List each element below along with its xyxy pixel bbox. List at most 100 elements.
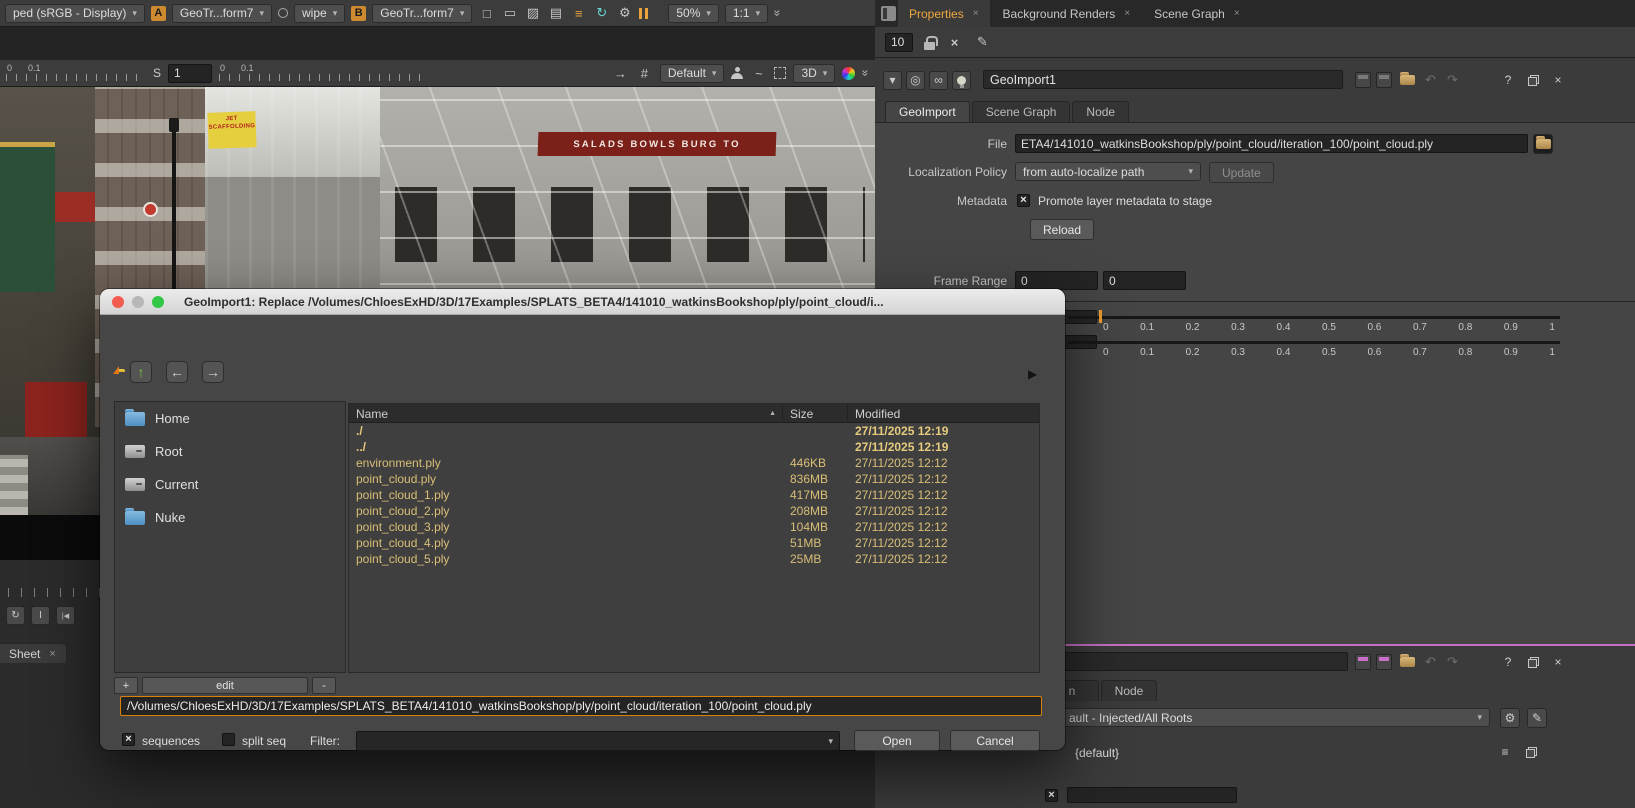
tab-geoimport[interactable]: GeoImport <box>885 101 970 122</box>
node-color-swatch[interactable] <box>1355 654 1371 670</box>
split-seq-checkbox[interactable] <box>222 733 235 746</box>
up-directory-icon[interactable]: ↑ <box>130 361 152 383</box>
gear-icon[interactable]: ⚙ <box>1500 708 1520 728</box>
close-panel-icon[interactable]: × <box>1548 652 1568 672</box>
forward-icon[interactable]: → <box>202 361 224 383</box>
help-icon[interactable]: ? <box>1498 70 1518 90</box>
table-row[interactable]: point_cloud.ply836MB27/11/2025 12:12 <box>349 471 1039 487</box>
table-row[interactable]: point_cloud_3.ply104MB27/11/2025 12:12 <box>349 519 1039 535</box>
open-button[interactable]: Open <box>854 730 940 751</box>
monitor-icon[interactable]: ▤ <box>547 5 564 22</box>
clear-panels-icon[interactable]: × <box>946 34 963 51</box>
region-of-interest-icon[interactable] <box>774 67 786 79</box>
table-row[interactable]: ./27/11/2025 12:19 <box>349 423 1039 439</box>
view-mode-dropdown[interactable]: 3D ▾ <box>793 64 835 83</box>
help-icon[interactable]: ? <box>1498 652 1518 672</box>
infinity-icon[interactable]: ∞ <box>929 71 948 90</box>
center-node-icon[interactable]: ◎ <box>906 71 925 90</box>
lightbulb-icon[interactable] <box>952 71 971 90</box>
table-row[interactable]: point_cloud_5.ply25MB27/11/2025 12:12 <box>349 551 1039 567</box>
viewer-range-ruler[interactable]: 0 0.1 <box>219 65 424 82</box>
remove-favorite-button[interactable]: - <box>312 677 336 694</box>
table-row[interactable]: environment.ply446KB27/11/2025 12:12 <box>349 455 1039 471</box>
undo-icon[interactable]: ↶ <box>1422 654 1439 671</box>
collapse-icon[interactable]: ▾ <box>883 71 902 90</box>
frame-marker[interactable] <box>1099 310 1102 323</box>
pencil-icon[interactable]: ✎ <box>974 34 991 51</box>
close-icon[interactable]: × <box>973 8 979 19</box>
tab-background-renders[interactable]: Background Renders × <box>992 0 1142 27</box>
skip-to-start-icon[interactable]: |◀ <box>56 606 75 625</box>
wipe-mode-dropdown[interactable]: wipe ▾ <box>294 4 345 23</box>
localization-policy-dropdown[interactable]: from auto-localize path ▾ <box>1015 162 1201 181</box>
close-icon[interactable]: × <box>49 648 55 660</box>
frame-start-input[interactable] <box>1015 271 1098 290</box>
tab-node[interactable]: Node <box>1072 101 1129 122</box>
frame-slider-track[interactable] <box>1068 341 1560 344</box>
float-panel-icon[interactable] <box>1523 70 1543 90</box>
display-transform-dropdown[interactable]: ped (sRGB - Display) ▾ <box>5 4 145 23</box>
partial-checkbox[interactable]: × <box>1045 789 1058 802</box>
file-browse-button[interactable] <box>1533 134 1553 154</box>
rect-icon[interactable]: ▭ <box>501 5 518 22</box>
table-row[interactable]: point_cloud_1.ply417MB27/11/2025 12:12 <box>349 487 1039 503</box>
checkerboard-icon[interactable]: ▨ <box>524 5 541 22</box>
column-modified[interactable]: Modified <box>848 404 1039 423</box>
metadata-checkbox[interactable]: × <box>1017 194 1030 207</box>
more-chevron-icon[interactable]: » <box>770 10 784 17</box>
pane-layout-icon[interactable] <box>881 6 896 21</box>
sidebar-item-nuke[interactable]: Nuke <box>115 501 345 534</box>
sequences-checkbox[interactable]: × <box>122 733 135 746</box>
filter-dropdown[interactable]: ▾ <box>356 731 840 751</box>
table-row[interactable]: point_cloud_4.ply51MB27/11/2025 12:12 <box>349 535 1039 551</box>
cycle-icon[interactable]: ↻ <box>6 606 25 625</box>
root-selection-dropdown[interactable]: ault - Injected/All Roots ▾ <box>1040 708 1490 727</box>
table-row[interactable]: ../27/11/2025 12:19 <box>349 439 1039 455</box>
cancel-button[interactable]: Cancel <box>950 730 1040 751</box>
dope-sheet-tab[interactable]: Sheet × <box>0 643 67 663</box>
square-icon[interactable]: □ <box>478 5 495 22</box>
column-name[interactable]: Name ▲ <box>349 404 783 423</box>
minimize-window-button[interactable] <box>132 296 144 308</box>
sidebar-item-current[interactable]: Current <box>115 468 345 501</box>
close-icon[interactable]: × <box>1234 8 1240 19</box>
preview-toggle-icon[interactable]: ▶ <box>1028 367 1037 381</box>
dialog-titlebar[interactable]: GeoImport1: Replace /Volumes/ChloesExHD/… <box>100 289 1065 315</box>
tab-properties[interactable]: Properties × <box>898 0 990 27</box>
in-marker-button[interactable]: I <box>31 606 50 625</box>
zoom-window-button[interactable] <box>152 296 164 308</box>
frame-end-input[interactable] <box>1103 271 1186 290</box>
tab-node-scene-graph[interactable]: Scene Graph <box>972 101 1071 122</box>
table-row[interactable]: point_cloud_2.ply208MB27/11/2025 12:12 <box>349 503 1039 519</box>
path-input[interactable] <box>120 696 1042 716</box>
gear-icon[interactable]: ⚙ <box>616 5 633 22</box>
ratio-dropdown[interactable]: 1:1 ▾ <box>725 4 768 23</box>
curve-icon[interactable]: ~ <box>750 65 767 82</box>
revert-folder-icon[interactable] <box>1397 70 1417 90</box>
reload-button[interactable]: Reload <box>1030 219 1094 240</box>
close-window-button[interactable] <box>112 296 124 308</box>
pencil-icon[interactable]: ✎ <box>1527 708 1547 728</box>
undo-icon[interactable]: ↶ <box>1422 72 1439 89</box>
sidebar-item-home[interactable]: Home <box>115 402 345 435</box>
edit-favorite-button[interactable]: edit <box>142 677 308 694</box>
max-panels-input[interactable] <box>885 33 913 52</box>
zoom-dropdown[interactable]: 50% ▾ <box>668 4 719 23</box>
partial-input[interactable] <box>1067 787 1237 803</box>
goto-input-icon[interactable]: → <box>612 65 629 82</box>
tab-scene-graph[interactable]: Scene Graph × <box>1143 0 1251 27</box>
pause-icon[interactable] <box>639 8 648 19</box>
node-name-input[interactable] <box>983 70 1343 89</box>
more-chevron-icon[interactable]: » <box>859 70 873 77</box>
back-icon[interactable]: ← <box>166 361 188 383</box>
list-icon[interactable]: ≡ <box>1495 742 1515 762</box>
frame-slider-track[interactable] <box>1068 316 1560 319</box>
redo-icon[interactable]: ↷ <box>1444 72 1461 89</box>
expand-icon[interactable] <box>1521 742 1541 762</box>
refresh-icon[interactable]: ↻ <box>593 5 610 22</box>
grid-icon[interactable]: # <box>636 65 653 82</box>
add-favorite-button[interactable]: + <box>114 677 138 694</box>
layers-icon[interactable]: ≡ <box>570 5 587 22</box>
gl-color-swatch[interactable] <box>1376 654 1392 670</box>
revert-folder-icon[interactable] <box>1397 652 1417 672</box>
